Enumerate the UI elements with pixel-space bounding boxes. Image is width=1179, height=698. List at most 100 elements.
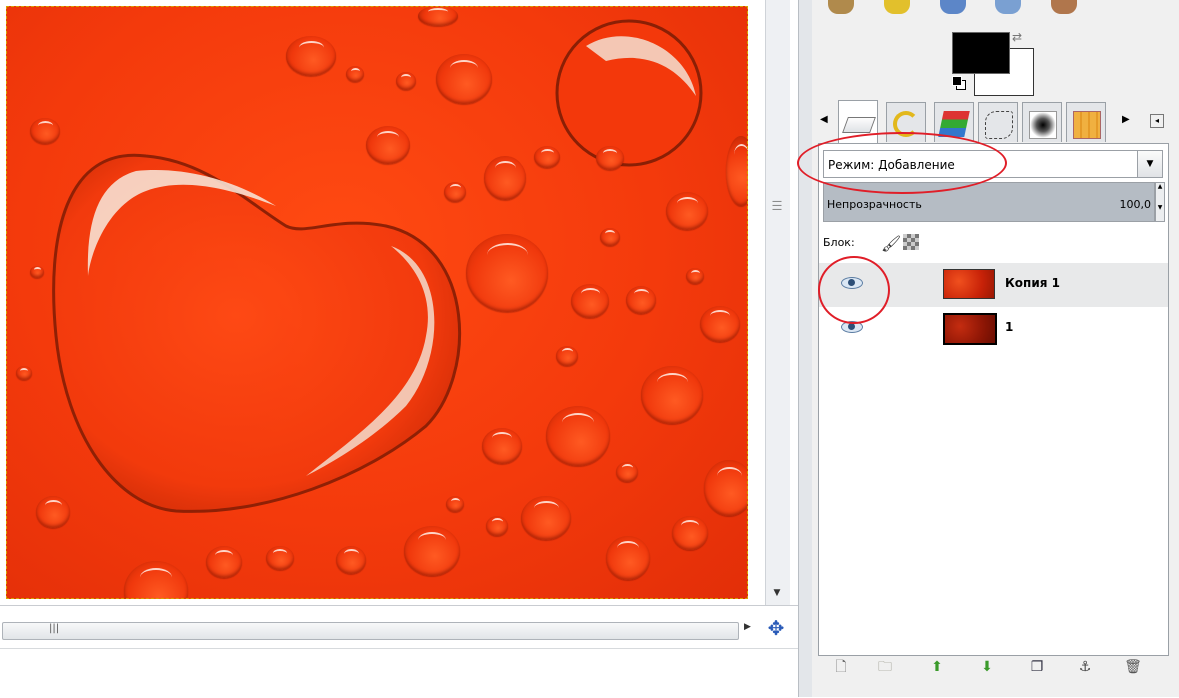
layer-row[interactable]: Копия 1 (819, 263, 1168, 307)
layer-name: Копия 1 (1005, 276, 1060, 290)
water-drop (546, 406, 610, 466)
undo-history-tab-icon (893, 111, 919, 137)
water-drop (396, 72, 416, 90)
water-drop (446, 496, 464, 512)
layer-mode-select[interactable]: Режим: Добавление ▼ (823, 150, 1163, 178)
scroll-grip-icon[interactable]: ||| (49, 623, 59, 634)
water-drop (482, 428, 522, 464)
scroll-down-arrow-icon[interactable]: ▼ (772, 588, 782, 598)
status-divider (0, 648, 800, 649)
layer-name: 1 (1005, 320, 1014, 334)
water-drop (436, 54, 492, 104)
layers-tab-icon (842, 117, 876, 133)
opacity-spin-buttons[interactable]: ▲ ▼ (1155, 182, 1165, 222)
lock-pixels-brush-icon[interactable]: 🖌 (881, 234, 901, 253)
image-canvas[interactable] (6, 6, 748, 599)
water-drop (596, 146, 624, 170)
opacity-label: Непрозрачность (827, 198, 922, 211)
water-drop (336, 546, 366, 574)
layer-thumbnail (943, 269, 995, 299)
water-drop (606, 536, 650, 580)
water-drop (16, 366, 32, 380)
tab-layers[interactable] (838, 100, 878, 144)
lock-label: Блок: (823, 236, 855, 249)
water-drop (556, 346, 578, 366)
swap-colors-icon[interactable]: ⇄ (1012, 30, 1022, 44)
tab-brushes[interactable] (1022, 102, 1062, 142)
tabs-right-arrow-icon[interactable]: ▶ (1122, 114, 1130, 125)
water-drop (486, 516, 508, 536)
water-drop (571, 284, 609, 318)
water-drop (346, 66, 364, 82)
water-drop (641, 366, 703, 424)
tab-undo-history[interactable] (886, 102, 926, 142)
tabs-left-arrow-icon[interactable]: ◀ (820, 114, 828, 125)
dock-panel: ⇄ ◀ ▶ ◂ Режим: Добавление ▼ Непрозрачнос… (812, 0, 1179, 697)
canvas-bottom-bar: ||| ▶ ✥ (0, 605, 800, 698)
water-drop (36, 496, 70, 528)
patterns-tab-icon (1073, 111, 1101, 139)
delete-layer-icon[interactable]: 🗑 (1124, 658, 1142, 676)
bucket-tool-icon[interactable] (883, 0, 910, 14)
paint-tool-icon[interactable] (828, 0, 854, 14)
water-drop (700, 306, 740, 342)
opacity-slider[interactable]: Непрозрачность 100,0 (823, 182, 1155, 222)
chevron-down-icon[interactable]: ▼ (1137, 151, 1162, 177)
water-drop (521, 496, 571, 540)
scroll-grip-icon[interactable]: — — — (771, 197, 783, 215)
horizontal-scrollbar[interactable]: ||| (2, 622, 739, 640)
dock-tabs: ◀ ▶ ◂ (812, 100, 1179, 144)
water-drop (626, 286, 656, 314)
water-drop (534, 146, 560, 168)
tab-paths[interactable] (978, 102, 1018, 142)
lock-alpha-checker-icon[interactable] (903, 234, 919, 250)
duplicate-layer-icon[interactable]: ❐ (1028, 658, 1046, 676)
tab-menu-icon[interactable]: ◂ (1150, 114, 1164, 128)
vertical-scrollbar[interactable]: — — — ▼ (765, 0, 790, 605)
layers-dialog: Режим: Добавление ▼ Непрозрачность 100,0… (818, 143, 1169, 656)
tab-patterns[interactable] (1066, 102, 1106, 142)
water-drop (444, 182, 466, 202)
water-drop (466, 234, 548, 312)
toolbox-icon-row (828, 0, 1118, 14)
water-drop (404, 526, 460, 576)
lower-layer-icon[interactable]: ⬇ (978, 658, 996, 676)
smudge-tool-icon[interactable] (995, 0, 1022, 14)
layer-thumbnail (943, 313, 997, 345)
brushes-tab-icon (1029, 111, 1057, 139)
anchor-layer-icon[interactable]: ⚓ (1076, 658, 1094, 676)
water-drop (418, 6, 458, 26)
water-drop (672, 516, 708, 550)
scroll-right-arrow-icon[interactable]: ▶ (744, 622, 751, 632)
eye-icon[interactable] (841, 319, 863, 333)
water-drop (600, 228, 620, 246)
tab-channels[interactable] (934, 102, 974, 142)
image-canvas-window (0, 0, 765, 605)
layer-mode-value: Режим: Добавление (828, 158, 955, 172)
water-drop (484, 156, 526, 200)
water-drop (666, 192, 708, 230)
eye-icon[interactable] (841, 275, 863, 289)
layer-list: Копия 1 1 (819, 262, 1168, 602)
navigate-icon[interactable]: ✥ (764, 616, 788, 640)
raise-layer-icon[interactable]: ⬆ (928, 658, 946, 676)
dodge-tool-icon[interactable] (1051, 0, 1078, 14)
water-drop (686, 268, 704, 284)
water-drop (206, 546, 242, 578)
opacity-value: 100,0 (1119, 198, 1152, 211)
reset-colors-icon[interactable] (952, 76, 966, 90)
water-drop (286, 36, 336, 76)
water-drop (30, 118, 60, 144)
eraser-tool-icon[interactable] (939, 0, 966, 14)
channels-tab-icon (938, 111, 970, 137)
water-drop (366, 126, 410, 164)
foreground-color-swatch[interactable] (952, 32, 1010, 74)
new-layer-icon[interactable]: 🗋 (832, 658, 850, 676)
water-drop (726, 136, 748, 206)
layers-toolbar: 🗋 🗀 ⬆ ⬇ ❐ ⚓ 🗑 (812, 646, 1179, 686)
layer-row[interactable]: 1 (819, 307, 1168, 351)
water-drop (30, 266, 44, 278)
new-layer-group-icon[interactable]: 🗀 (876, 658, 894, 676)
water-drop (616, 462, 638, 482)
water-drop (266, 546, 294, 570)
